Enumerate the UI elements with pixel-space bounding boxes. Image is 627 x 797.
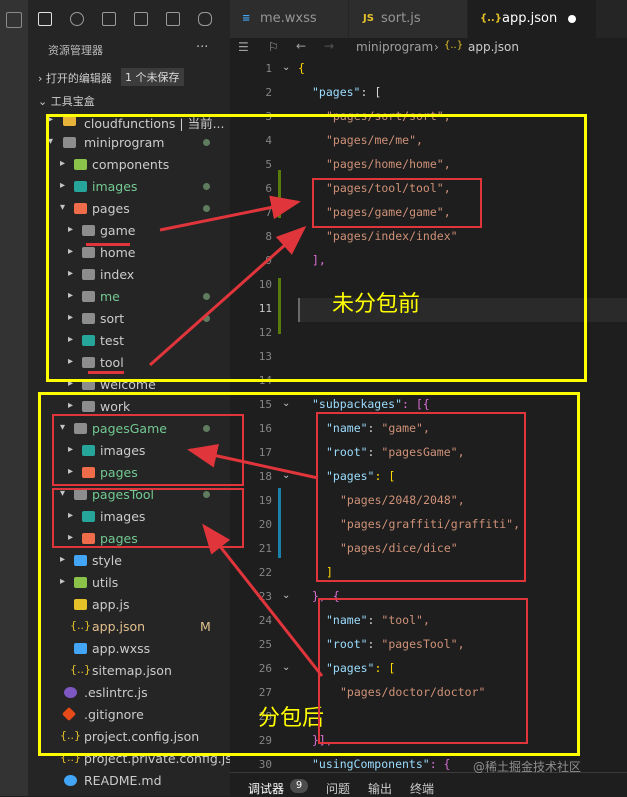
arrow-game: [159, 195, 301, 232]
annotation-arrows: [149, 195, 324, 677]
arrow-pagestool: [202, 523, 324, 677]
arrow-tool: [149, 226, 307, 367]
arrow-pagesgame: [187, 444, 319, 480]
